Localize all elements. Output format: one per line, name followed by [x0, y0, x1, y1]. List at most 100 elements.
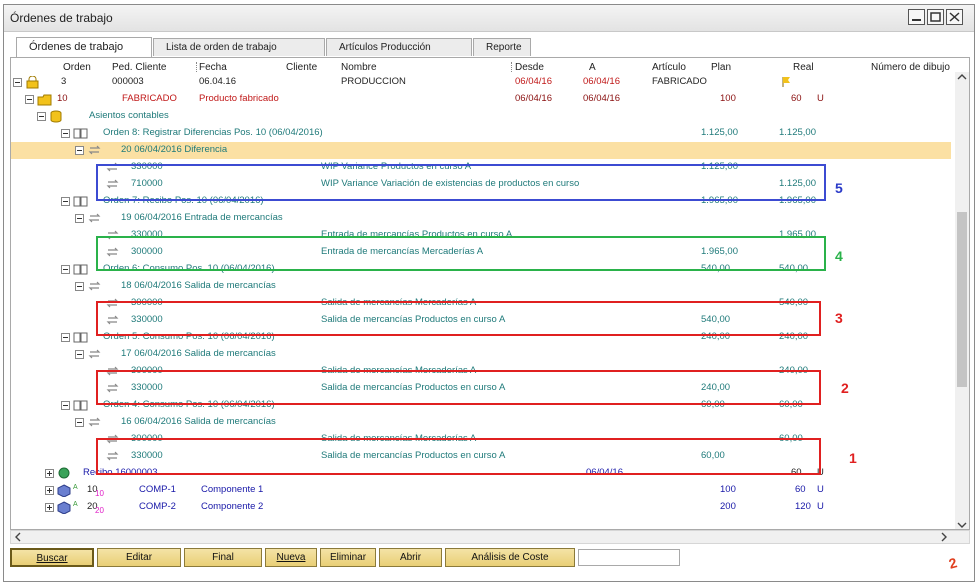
tree-row[interactable]: 3 000003 06.04.16 PRODUCCION 06/04/16 06/04/1… — [11, 74, 951, 91]
column-ped-cliente[interactable]: Ped. Cliente — [112, 62, 166, 73]
component-flag: A — [73, 501, 78, 508]
annotation-box-5 — [96, 164, 826, 201]
expand-icon[interactable] — [45, 503, 55, 513]
analisis-coste-button[interactable]: Análisis de Coste — [445, 548, 575, 567]
order-fecha: 06.04.16 — [199, 76, 236, 87]
component-real: 60 — [795, 484, 806, 495]
window-title: Órdenes de trabajo — [10, 11, 113, 25]
annotation-label-1: 1 — [849, 450, 857, 466]
annotation-box-4 — [96, 236, 826, 271]
collapse-icon[interactable] — [61, 197, 71, 207]
component-plan: 200 — [720, 501, 736, 512]
journal-database-icon — [50, 110, 62, 123]
transfer-arrow-icon — [88, 417, 101, 427]
minimize-button[interactable] — [908, 9, 925, 25]
collapse-icon[interactable] — [37, 112, 47, 122]
column-plan[interactable]: Plan — [711, 62, 731, 73]
expand-icon[interactable] — [45, 486, 55, 496]
expand-icon[interactable] — [45, 469, 55, 479]
order-lock-icon — [26, 76, 39, 89]
scroll-left-icon — [15, 532, 21, 542]
tab-articulos[interactable]: Artículos Producción — [326, 38, 472, 56]
collapse-icon[interactable] — [61, 333, 71, 343]
minimize-icon — [912, 19, 921, 21]
sub-plan: 100 — [720, 93, 736, 104]
book-icon — [73, 196, 88, 207]
component-code: COMP-2 — [139, 501, 176, 512]
collapse-icon[interactable] — [75, 282, 85, 292]
collapse-icon[interactable] — [13, 78, 23, 88]
journal-entry-label: 18 06/04/2016 Salida de mercancías — [121, 280, 276, 291]
flag-icon — [782, 77, 790, 87]
collapse-icon[interactable] — [61, 401, 71, 411]
collapse-icon[interactable] — [75, 418, 85, 428]
column-cliente[interactable]: Cliente — [286, 62, 317, 73]
vertical-scrollbar[interactable] — [955, 72, 969, 529]
column-numero-dibujo[interactable]: Número de dibujo — [871, 62, 950, 73]
column-nombre[interactable]: Nombre — [341, 62, 377, 73]
collapse-icon[interactable] — [75, 350, 85, 360]
collapse-icon[interactable] — [75, 214, 85, 224]
tree-row[interactable]: 20 06/04/2016 Diferencia — [11, 142, 951, 159]
component-name: Componente 1 — [201, 484, 264, 495]
component-sub-number: 10 — [95, 489, 104, 498]
close-button[interactable] — [946, 9, 963, 25]
tree-row[interactable]: 18 06/04/2016 Salida de mercancías — [11, 278, 951, 295]
tree-row[interactable]: 17 06/04/2016 Salida de mercancías — [11, 346, 951, 363]
collapse-icon[interactable] — [75, 146, 85, 156]
tree-row[interactable]: A 10 10 COMP-1 Componente 1 100 60 U — [11, 482, 951, 499]
tree-row[interactable]: Orden 8: Registrar Diferencias Pos. 10 (… — [11, 125, 951, 142]
journal-entry-label: 16 06/04/2016 Salida de mercancías — [121, 416, 276, 427]
order-number: 3 — [61, 76, 67, 87]
tree-row[interactable]: 16 06/04/2016 Salida de mercancías — [11, 414, 951, 431]
column-orden[interactable]: Orden — [63, 62, 91, 73]
collapse-icon[interactable] — [61, 265, 71, 275]
component-code: COMP-1 — [139, 484, 176, 495]
tree-row[interactable]: 10 FABRICADO Producto fabricado 06/04/16 06/… — [11, 91, 951, 108]
editar-button[interactable]: Editar — [97, 548, 181, 567]
column-desde[interactable]: Desde — [515, 62, 544, 73]
horizontal-scrollbar[interactable] — [10, 530, 970, 544]
sub-a: 06/04/16 — [583, 93, 620, 104]
column-real[interactable]: Real — [793, 62, 814, 73]
annotation-box-1 — [96, 438, 821, 475]
column-fecha[interactable]: Fecha — [199, 62, 227, 73]
tree-row[interactable]: A 20 20 COMP-2 Componente 2 200 120 U — [11, 499, 951, 516]
component-cube-icon — [57, 484, 71, 497]
final-button[interactable]: Final — [184, 548, 262, 567]
nueva-button[interactable]: Nueva — [265, 548, 317, 567]
annotation-label-4: 4 — [835, 248, 843, 264]
annotation-label-3: 3 — [835, 310, 843, 326]
order-desde: 06/04/16 — [515, 76, 552, 87]
receipt-icon — [58, 467, 70, 479]
close-icon — [949, 12, 960, 22]
tab-reporte[interactable]: Reporte — [473, 38, 531, 56]
column-articulo[interactable]: Artículo — [652, 62, 686, 73]
book-icon — [73, 264, 88, 275]
sub-desde: 06/04/16 — [515, 93, 552, 104]
eliminar-button[interactable]: Eliminar — [320, 548, 376, 567]
column-a[interactable]: A — [589, 62, 596, 73]
tab-lista-orden[interactable]: Lista de orden de trabajo — [153, 38, 325, 56]
collapse-icon[interactable] — [25, 95, 35, 105]
annotation-label-5: 5 — [835, 180, 843, 196]
annotation-box-2 — [96, 370, 821, 405]
annotation-label-2: 2 — [841, 380, 849, 396]
order-a: 06/04/16 — [583, 76, 620, 87]
book-icon — [73, 128, 88, 139]
tab-ordenes[interactable]: Órdenes de trabajo — [16, 37, 152, 57]
component-name: Componente 2 — [201, 501, 264, 512]
search-input[interactable] — [578, 549, 680, 566]
book-icon — [73, 400, 88, 411]
abrir-button[interactable]: Abrir — [379, 548, 442, 567]
vertical-scroll-thumb[interactable] — [957, 212, 967, 387]
title-bar: Órdenes de trabajo — [4, 5, 974, 32]
tree-row[interactable]: 19 06/04/2016 Entrada de mercancías — [11, 210, 951, 227]
tree-row[interactable]: Asientos contables — [11, 108, 951, 125]
maximize-button[interactable] — [927, 9, 944, 25]
collapse-icon[interactable] — [61, 129, 71, 139]
component-real: 120 — [795, 501, 811, 512]
journal-order-label: Orden 8: Registrar Diferencias Pos. 10 (… — [103, 127, 323, 138]
sub-ped-cliente: FABRICADO — [122, 93, 177, 104]
buscar-button[interactable]: Buscar — [10, 548, 94, 567]
